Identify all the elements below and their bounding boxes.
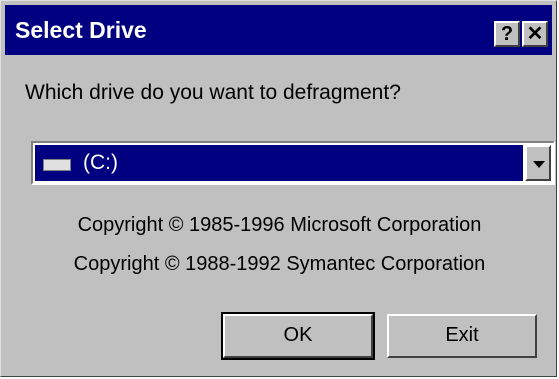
drive-select-value[interactable]: (C:) bbox=[35, 145, 523, 181]
copyright-microsoft: Copyright © 1985-1996 Microsoft Corporat… bbox=[77, 214, 482, 236]
drive-prompt: Which drive do you want to defragment? bbox=[25, 81, 401, 104]
drive-select[interactable]: (C:) bbox=[31, 141, 555, 185]
drive-select-label: (C:) bbox=[83, 151, 118, 174]
select-drive-dialog: Select Drive ? ✕ Which drive do you want… bbox=[0, 0, 557, 377]
dropdown-arrow-button[interactable] bbox=[525, 145, 551, 181]
exit-button[interactable]: Exit bbox=[387, 314, 537, 358]
title-bar[interactable]: Select Drive ? ✕ bbox=[5, 5, 552, 55]
ok-button[interactable]: OK bbox=[221, 312, 375, 360]
dialog-title: Select Drive bbox=[15, 17, 147, 43]
help-button[interactable]: ? bbox=[494, 21, 520, 47]
hard-drive-icon bbox=[43, 159, 71, 171]
copyright-symantec: Copyright © 1988-1992 Symantec Corporati… bbox=[73, 253, 486, 275]
close-button[interactable]: ✕ bbox=[522, 21, 548, 47]
